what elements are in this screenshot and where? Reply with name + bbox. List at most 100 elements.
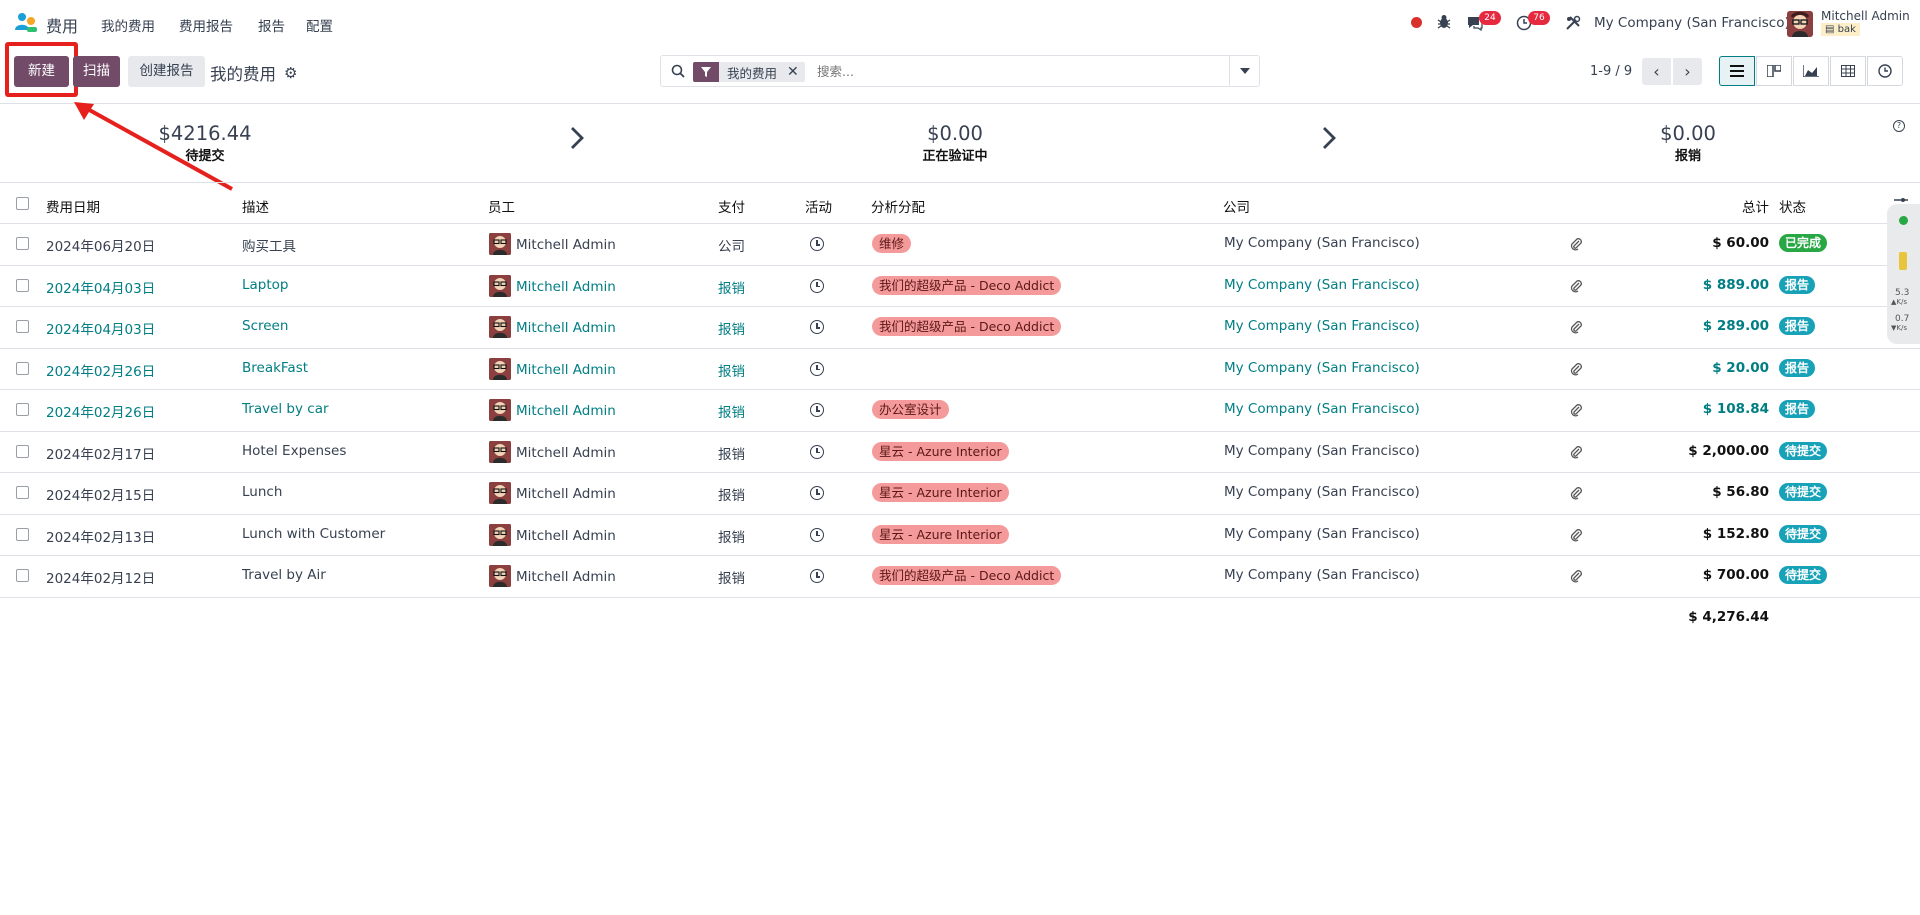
column-header-company[interactable]: 公司 (1223, 196, 1250, 216)
search-facet[interactable]: 我的费用 ✕ (693, 62, 805, 82)
table-row[interactable]: 2024年04月03日 Laptop Mitchell Admin 报销 我们的超级产品… (0, 266, 1920, 307)
stat-to-submit[interactable]: $4216.44 待提交 (105, 122, 305, 164)
tools-icon[interactable] (1565, 15, 1581, 31)
search-facet-label: 我的费用 (727, 65, 778, 81)
employee-avatar[interactable] (489, 357, 511, 380)
activity-clock-icon[interactable] (810, 278, 824, 293)
table-row[interactable]: 2024年02月15日 Lunch Mitchell Admin 报销 星云 - Azu… (0, 473, 1920, 515)
table-row[interactable]: 2024年02月26日 BreakFast Mitchell Admin 报销 My C… (0, 349, 1920, 390)
paperclip-icon[interactable] (1570, 486, 1582, 500)
activity-clock-icon[interactable] (810, 403, 824, 417)
facet-close-icon[interactable]: ✕ (787, 64, 805, 80)
stat-reimbursed[interactable]: $0.00 报销 (1588, 122, 1788, 164)
network-speed-widget[interactable]: 5.3 ▲K/s 0.7 ▼K/s (1887, 204, 1920, 344)
pivot-view-button[interactable] (1830, 56, 1866, 86)
column-header-analytic[interactable]: 分析分配 (871, 196, 925, 216)
recording-dot-icon[interactable] (1411, 17, 1422, 28)
employee-avatar[interactable] (489, 399, 511, 421)
bug-icon[interactable] (1437, 14, 1451, 30)
table-row[interactable]: 2024年02月13日 Lunch with Customer Mitchell A… (0, 515, 1920, 556)
table-row[interactable]: 2024年02月17日 Hotel Expenses Mitchell Admin 报… (0, 432, 1920, 473)
row-checkbox[interactable] (16, 486, 29, 499)
column-header-employee[interactable]: 员工 (488, 196, 515, 216)
row-checkbox[interactable] (16, 403, 29, 416)
row-checkbox[interactable] (16, 320, 29, 333)
menu-reporting[interactable]: 报告 (258, 15, 285, 35)
search-icon (671, 64, 685, 78)
expenses-app-icon[interactable] (14, 12, 38, 34)
activity-clock-icon[interactable] (810, 527, 824, 542)
employee-avatar[interactable] (489, 233, 511, 255)
search-bar[interactable]: 我的费用 ✕ (660, 55, 1260, 87)
pager-next-button[interactable]: › (1673, 58, 1702, 85)
paperclip-icon[interactable] (1570, 403, 1582, 417)
activity-clock-icon[interactable] (810, 569, 824, 583)
company-switcher[interactable]: My Company (San Francisco) (1594, 15, 1790, 31)
column-header-activity[interactable]: 活动 (805, 196, 832, 216)
menu-expense-reports[interactable]: 费用报告 (179, 15, 233, 35)
activity-clock-icon[interactable] (810, 320, 824, 334)
scan-button[interactable]: 扫描 (73, 56, 120, 87)
employee-avatar[interactable] (489, 523, 511, 546)
employee-avatar[interactable] (489, 565, 511, 587)
employee-avatar[interactable] (489, 440, 511, 463)
column-header-description[interactable]: 描述 (242, 196, 269, 216)
create-report-button[interactable]: 创建报告 (128, 56, 205, 87)
status-badge: 待提交 (1779, 441, 1828, 460)
row-checkbox[interactable] (16, 278, 29, 292)
activity-clock-icon[interactable] (810, 361, 824, 376)
list-view-button[interactable] (1719, 56, 1755, 86)
kanban-view-button[interactable] (1756, 56, 1792, 86)
cell-company: My Company (San Francisco) (1224, 442, 1420, 459)
employee-avatar[interactable] (489, 274, 511, 297)
table-row[interactable]: 2024年06月20日 购买工具 Mitchell Admin 公司 维修 My Comp… (0, 224, 1920, 266)
user-name[interactable]: Mitchell Admin (1821, 9, 1910, 23)
activity-clock-icon[interactable] (810, 237, 824, 251)
pager-value[interactable]: 1-9 / 9 (1590, 64, 1632, 79)
paperclip-icon[interactable] (1570, 362, 1582, 376)
employee-avatar[interactable] (489, 482, 511, 504)
table-row[interactable]: 2024年02月12日 Travel by Air Mitchell Admin 报销… (0, 556, 1920, 598)
database-badge: ▤ bak (1821, 23, 1860, 36)
status-dot-icon (1899, 216, 1908, 225)
paperclip-icon[interactable] (1570, 237, 1582, 251)
column-header-date[interactable]: 费用日期 (46, 196, 100, 216)
column-header-status[interactable]: 状态 (1779, 196, 1806, 216)
paperclip-icon[interactable] (1570, 320, 1582, 334)
menu-configuration[interactable]: 配置 (306, 15, 333, 35)
gear-icon[interactable]: ⚙ (284, 64, 297, 82)
paperclip-icon[interactable] (1570, 279, 1582, 293)
row-checkbox[interactable] (16, 527, 29, 541)
activity-view-button[interactable] (1867, 56, 1903, 86)
table-row[interactable]: 2024年04月03日 Screen Mitchell Admin 报销 我们的超级产品… (0, 307, 1920, 349)
battery-icon (1899, 252, 1907, 270)
highlight-annotation-box (5, 42, 78, 97)
stat-to-submit-label: 待提交 (185, 149, 225, 164)
paperclip-icon[interactable] (1570, 528, 1582, 542)
activity-clock-icon[interactable] (810, 444, 824, 459)
search-options-toggle[interactable] (1229, 56, 1259, 86)
paperclip-icon[interactable] (1570, 569, 1582, 583)
row-checkbox[interactable] (16, 444, 29, 458)
column-header-payment[interactable]: 支付 (718, 196, 745, 216)
pager-previous-button[interactable]: ‹ (1642, 58, 1671, 85)
stat-under-validation[interactable]: $0.00 正在验证中 (855, 122, 1055, 164)
employee-avatar[interactable] (489, 316, 511, 338)
select-all-checkbox[interactable] (16, 197, 29, 210)
row-checkbox[interactable] (16, 569, 29, 582)
row-checkbox[interactable] (16, 237, 29, 250)
row-checkbox[interactable] (16, 361, 29, 375)
column-header-total[interactable]: 总计 (1742, 196, 1769, 216)
graph-view-button[interactable] (1793, 56, 1829, 86)
status-badge: 待提交 (1779, 566, 1828, 584)
activity-clock-icon[interactable] (810, 486, 824, 500)
cell-date: 2024年02月26日 (46, 405, 156, 421)
search-input[interactable] (817, 60, 1217, 82)
app-name[interactable]: 费用 (46, 13, 78, 37)
cell-payment: 报销 (718, 363, 745, 380)
table-row[interactable]: 2024年02月26日 Travel by car Mitchell Admin 报销… (0, 390, 1920, 432)
menu-my-expenses[interactable]: 我的费用 (101, 15, 155, 35)
help-icon[interactable]: ? (1893, 120, 1905, 132)
user-avatar[interactable] (1787, 11, 1813, 37)
paperclip-icon[interactable] (1570, 445, 1582, 459)
